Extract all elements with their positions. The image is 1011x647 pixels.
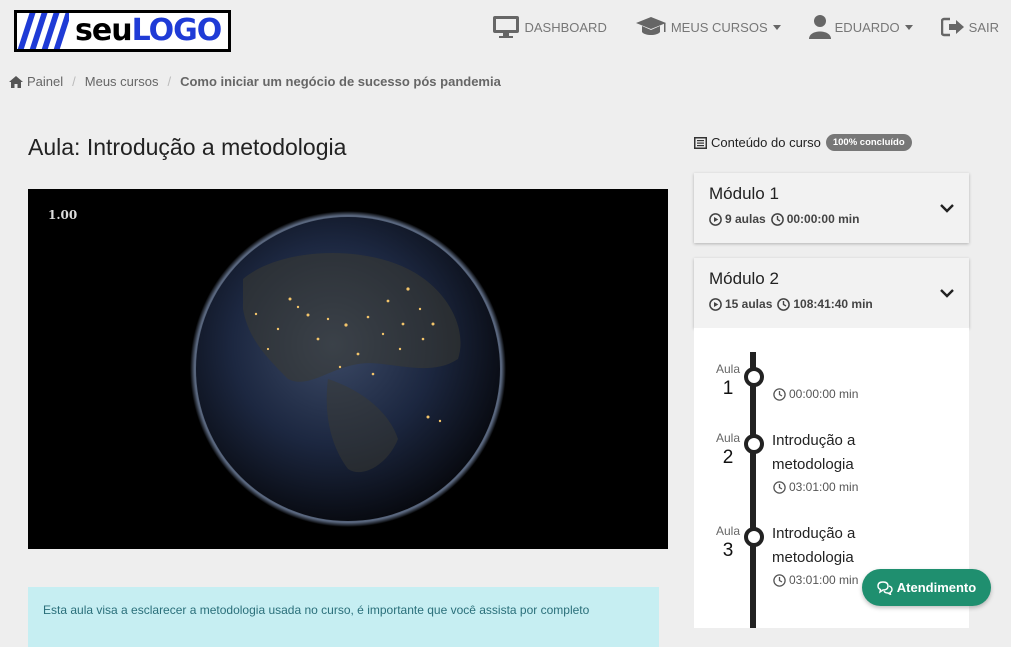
lesson-time: 03:01:00 min bbox=[773, 573, 858, 587]
module-title: Módulo 1 bbox=[709, 184, 779, 203]
breadcrumb: Painel / Meus cursos / Como iniciar um n… bbox=[9, 74, 501, 89]
module-duration: 00:00:00 min bbox=[786, 212, 860, 226]
nav-meus-cursos-label: MEUS CURSOS bbox=[670, 19, 768, 35]
breadcrumb-separator: / bbox=[72, 74, 76, 89]
module-duration: 108:41:40 min bbox=[793, 297, 873, 311]
caret-down-icon bbox=[904, 24, 913, 30]
lesson-number: Aula 3 bbox=[715, 524, 741, 561]
nav-user-label: EDUARDO bbox=[834, 19, 900, 35]
lesson-time: 03:01:00 min bbox=[773, 480, 858, 494]
course-content-header: Conteúdo do curso 100% concluído bbox=[694, 134, 912, 151]
home-icon bbox=[9, 75, 23, 88]
user-icon bbox=[808, 15, 831, 39]
playback-speed[interactable]: 1.00 bbox=[48, 208, 77, 222]
module-meta: 9 aulas 00:00:00 min bbox=[709, 212, 954, 226]
timeline-dot bbox=[744, 367, 764, 387]
page-title: Aula: Introdução a metodologia bbox=[28, 134, 347, 160]
breadcrumb-painel[interactable]: Painel bbox=[27, 74, 63, 89]
sign-out-icon bbox=[940, 17, 964, 37]
breadcrumb-current: Como iniciar um negócio de sucesso pós p… bbox=[180, 74, 501, 89]
earth-image bbox=[190, 211, 506, 527]
module-1[interactable]: Módulo 1 9 aulas 00:00:00 min bbox=[694, 173, 969, 243]
site-logo[interactable]: seuLOGO bbox=[14, 10, 231, 52]
logo-text: seuLOGO bbox=[75, 13, 222, 48]
graduation-cap-icon bbox=[635, 17, 666, 35]
module-2[interactable]: Módulo 2 15 aulas 108:41:40 min bbox=[694, 258, 969, 328]
nav-sair[interactable]: SAIR bbox=[940, 17, 999, 37]
course-content-title: Conteúdo do curso bbox=[711, 135, 821, 150]
list-icon bbox=[694, 136, 707, 149]
module-title: Módulo 2 bbox=[709, 269, 779, 288]
nav-sair-label: SAIR bbox=[968, 19, 999, 35]
nav-user-menu[interactable]: EDUARDO bbox=[808, 14, 913, 40]
chevron-down-icon[interactable] bbox=[939, 288, 955, 298]
timeline-dot bbox=[744, 434, 764, 454]
lesson-description: Esta aula visa a esclarecer a metodologi… bbox=[28, 587, 659, 647]
progress-badge: 100% concluído bbox=[825, 134, 912, 151]
clock-icon bbox=[777, 297, 791, 311]
breadcrumb-separator: / bbox=[167, 74, 172, 89]
lesson-title: Introdução a metodologia bbox=[772, 525, 856, 566]
monitor-icon bbox=[493, 16, 520, 38]
top-nav: DASHBOARD MEUS CURSOS EDUARDO SAIR bbox=[464, 14, 999, 40]
nav-dashboard-label: DASHBOARD bbox=[524, 19, 607, 35]
module-meta: 15 aulas 108:41:40 min bbox=[709, 297, 954, 311]
atendimento-label: Atendimento bbox=[896, 580, 977, 595]
nav-dashboard[interactable]: DASHBOARD bbox=[492, 15, 607, 39]
clock-icon bbox=[773, 573, 786, 587]
module-lesson-count: 15 aulas bbox=[725, 297, 773, 311]
caret-down-icon bbox=[772, 24, 781, 30]
module-lesson-count: 9 aulas bbox=[725, 212, 766, 226]
clock-icon bbox=[770, 212, 784, 226]
lesson-time: 00:00:00 min bbox=[773, 387, 858, 401]
timeline-line bbox=[750, 352, 756, 628]
lesson-number: Aula 1 bbox=[715, 362, 741, 399]
clock-icon bbox=[773, 480, 786, 494]
clock-icon bbox=[773, 387, 786, 401]
breadcrumb-meus-cursos[interactable]: Meus cursos bbox=[85, 74, 159, 89]
chat-icon bbox=[877, 580, 893, 595]
chevron-down-icon[interactable] bbox=[939, 203, 955, 213]
lesson-number: Aula 2 bbox=[715, 431, 741, 468]
play-circle-icon bbox=[709, 212, 722, 226]
lesson-title: Introdução a metodologia bbox=[772, 432, 856, 473]
timeline-dot bbox=[744, 527, 764, 547]
atendimento-button[interactable]: Atendimento bbox=[862, 569, 991, 606]
video-player[interactable]: 1.00 bbox=[28, 189, 668, 549]
play-circle-icon bbox=[709, 297, 722, 311]
nav-meus-cursos[interactable]: MEUS CURSOS bbox=[635, 16, 781, 38]
